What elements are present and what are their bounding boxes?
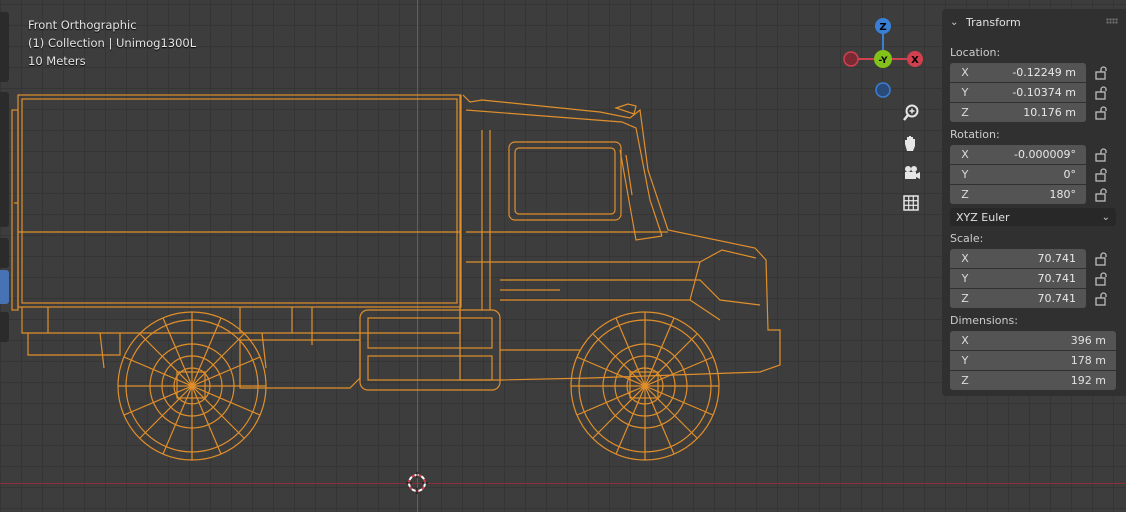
toggle-ortho-button[interactable]: [899, 191, 923, 215]
dimensions-z-field[interactable]: Z 192 m: [950, 371, 1116, 390]
location-label: Location:: [950, 46, 1001, 59]
chevron-down-icon: ⌄: [1101, 211, 1110, 223]
svg-text:Z: Z: [879, 22, 886, 33]
svg-text:X: X: [911, 55, 919, 66]
cab-window: [508, 141, 622, 221]
scale-y-field[interactable]: Y 70.741: [950, 269, 1086, 288]
scale-x-field[interactable]: X 70.741: [950, 249, 1086, 268]
front-wheel: [570, 311, 720, 461]
zoom-button[interactable]: [899, 101, 923, 125]
gizmo-neg-x[interactable]: [843, 51, 859, 67]
gizmo-neg-z[interactable]: [875, 82, 891, 98]
chevron-down-icon: ⌄: [950, 16, 959, 28]
navigation-gizmo[interactable]: Z X -Y: [838, 14, 930, 104]
svg-text:-Y: -Y: [879, 56, 888, 66]
grid-icon: [903, 195, 919, 211]
dimensions-y-field[interactable]: Y 178 m: [950, 351, 1116, 370]
location-z-field[interactable]: Z 10.176 m: [950, 103, 1086, 122]
lock-icon[interactable]: [1094, 292, 1110, 306]
lock-icon[interactable]: [1094, 272, 1110, 286]
lock-icon[interactable]: [1094, 188, 1110, 202]
scale-z-field[interactable]: Z 70.741: [950, 289, 1086, 308]
panel-title: Transform: [966, 15, 1021, 29]
fuel-tank-outline: [359, 309, 501, 391]
lock-icon[interactable]: [1094, 86, 1110, 100]
rotation-x-field[interactable]: X -0.000009°: [950, 145, 1086, 164]
lock-icon[interactable]: [1094, 252, 1110, 266]
rear-wheel: [117, 311, 267, 461]
cargo-box-inner: [21, 98, 458, 304]
hand-icon: [905, 136, 915, 151]
rotation-mode-value: XYZ Euler: [956, 210, 1010, 224]
transform-panel-header[interactable]: ⌄ Transform: [942, 9, 1126, 35]
lock-icon[interactable]: [1094, 148, 1110, 162]
location-x-field[interactable]: X -0.12249 m: [950, 63, 1086, 82]
rotation-z-field[interactable]: Z 180°: [950, 185, 1086, 204]
dimensions-x-field[interactable]: X 396 m: [950, 331, 1116, 350]
transform-panel: ⌄ Transform Location: X -0.12249 m Y -0.10…: [942, 9, 1126, 396]
camera-icon: [905, 166, 920, 179]
lock-icon[interactable]: [1094, 106, 1110, 120]
rotation-mode-select[interactable]: XYZ Euler ⌄: [950, 208, 1116, 226]
drag-grip-icon[interactable]: [1106, 18, 1118, 24]
3d-cursor-icon[interactable]: [406, 472, 428, 494]
pan-button[interactable]: [899, 131, 923, 155]
location-y-field[interactable]: Y -0.10374 m: [950, 83, 1086, 102]
cargo-box-outline: [17, 94, 462, 308]
camera-view-button[interactable]: [899, 161, 923, 185]
scale-label: Scale:: [950, 232, 984, 245]
lock-icon[interactable]: [1094, 168, 1110, 182]
magnifier-icon: [903, 104, 919, 121]
rotation-label: Rotation:: [950, 128, 1000, 141]
dimensions-label: Dimensions:: [950, 314, 1018, 327]
rotation-y-field[interactable]: Y 0°: [950, 165, 1086, 184]
lock-icon[interactable]: [1094, 66, 1110, 80]
